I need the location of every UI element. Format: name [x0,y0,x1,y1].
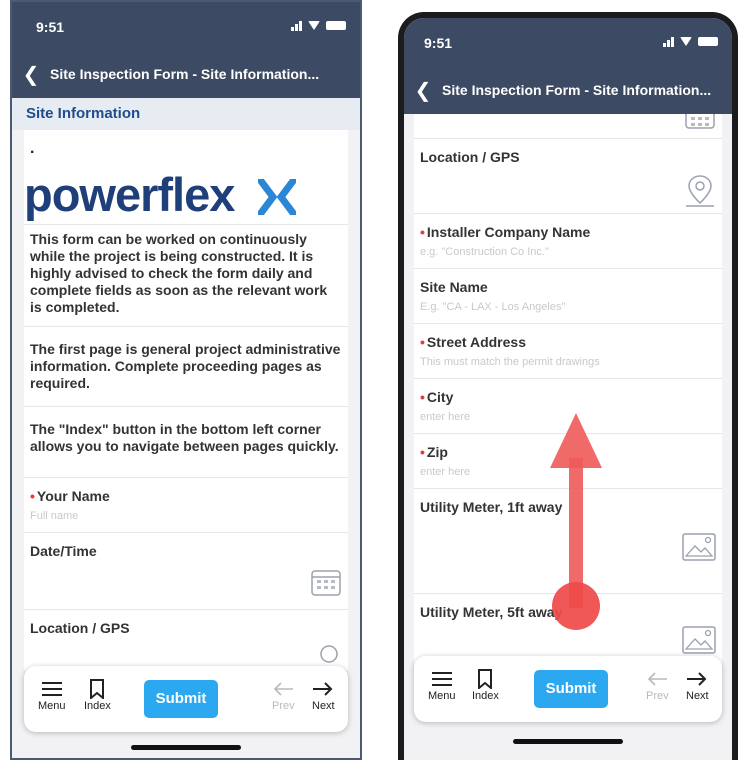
your-name-field[interactable]: • Your Name Full name [24,478,348,533]
wifi-icon [308,21,320,30]
index-label: Index [472,690,499,702]
menu-label: Menu [38,700,66,712]
arrow-left-icon [272,678,295,700]
next-button[interactable]: Next [312,678,335,712]
bookmark-icon [84,678,111,700]
intro-paragraph-3: The "Index" button in the bottom left co… [24,407,348,478]
logo-text: powerflex [24,168,235,221]
powerflex-x-icon [246,168,297,221]
arrow-right-icon [312,678,335,700]
location-label: Location / GPS [30,620,130,636]
index-button[interactable]: Index [472,668,499,702]
datetime-field[interactable]: Date/Time [24,533,348,610]
status-bar: 9:51 [12,2,360,50]
prev-label: Prev [646,690,669,702]
calendar-icon[interactable] [30,567,342,597]
menu-icon [38,678,66,700]
bottom-toolbar: Menu Index Submit Prev Next [24,666,348,732]
bottom-toolbar: Menu Index Submit Prev Next [414,656,722,722]
submit-button[interactable]: Submit [534,670,608,708]
index-label: Index [84,700,111,712]
phone-screen-right: 9:51 ❮ Site Inspection Form - Site Infor… [398,12,738,760]
menu-button[interactable]: Menu [428,668,456,702]
dot-text: . [30,140,35,157]
prev-button[interactable]: Prev [272,678,295,712]
menu-icon [428,668,456,690]
prev-label: Prev [272,700,295,712]
form-content[interactable]: Site Information . powerflex This form c… [12,98,360,758]
swipe-up-arrow-icon [550,413,602,630]
submit-button[interactable]: Submit [144,680,218,718]
arrow-right-icon [686,668,709,690]
your-name-label: Your Name [36,488,110,504]
status-icons [291,20,346,31]
intro-paragraph-2: The first page is general project admini… [24,327,348,407]
required-marker: • [30,488,35,504]
prev-button[interactable]: Prev [646,668,669,702]
your-name-placeholder: Full name [30,510,79,522]
menu-button[interactable]: Menu [38,678,66,712]
home-indicator [131,745,241,750]
next-button[interactable]: Next [686,668,709,702]
next-label: Next [312,700,335,712]
location-field[interactable]: Location / GPS [24,610,348,670]
home-indicator [513,739,623,744]
form-card: . powerflex This form can be worked on c… [24,130,348,670]
intro-paragraph-1: This form can be worked on continuously … [24,225,348,327]
datetime-label: Date/Time [30,543,97,559]
signal-icon [291,20,302,31]
logo: powerflex [24,166,348,225]
phone-screen-left: 9:51 ❮ Site Inspection Form - Site Infor… [10,0,362,760]
index-button[interactable]: Index [84,678,111,712]
section-title: Site Information [12,98,360,130]
status-time: 9:51 [36,19,65,35]
bookmark-icon [472,668,499,690]
menu-label: Menu [428,690,456,702]
nav-bar: ❮ Site Inspection Form - Site Informatio… [12,50,360,98]
battery-icon [326,21,346,30]
next-label: Next [686,690,709,702]
page-title: Site Inspection Form - Site Information.… [50,66,320,82]
back-chevron-icon[interactable]: ❮ [12,62,50,87]
arrow-left-icon [646,668,669,690]
